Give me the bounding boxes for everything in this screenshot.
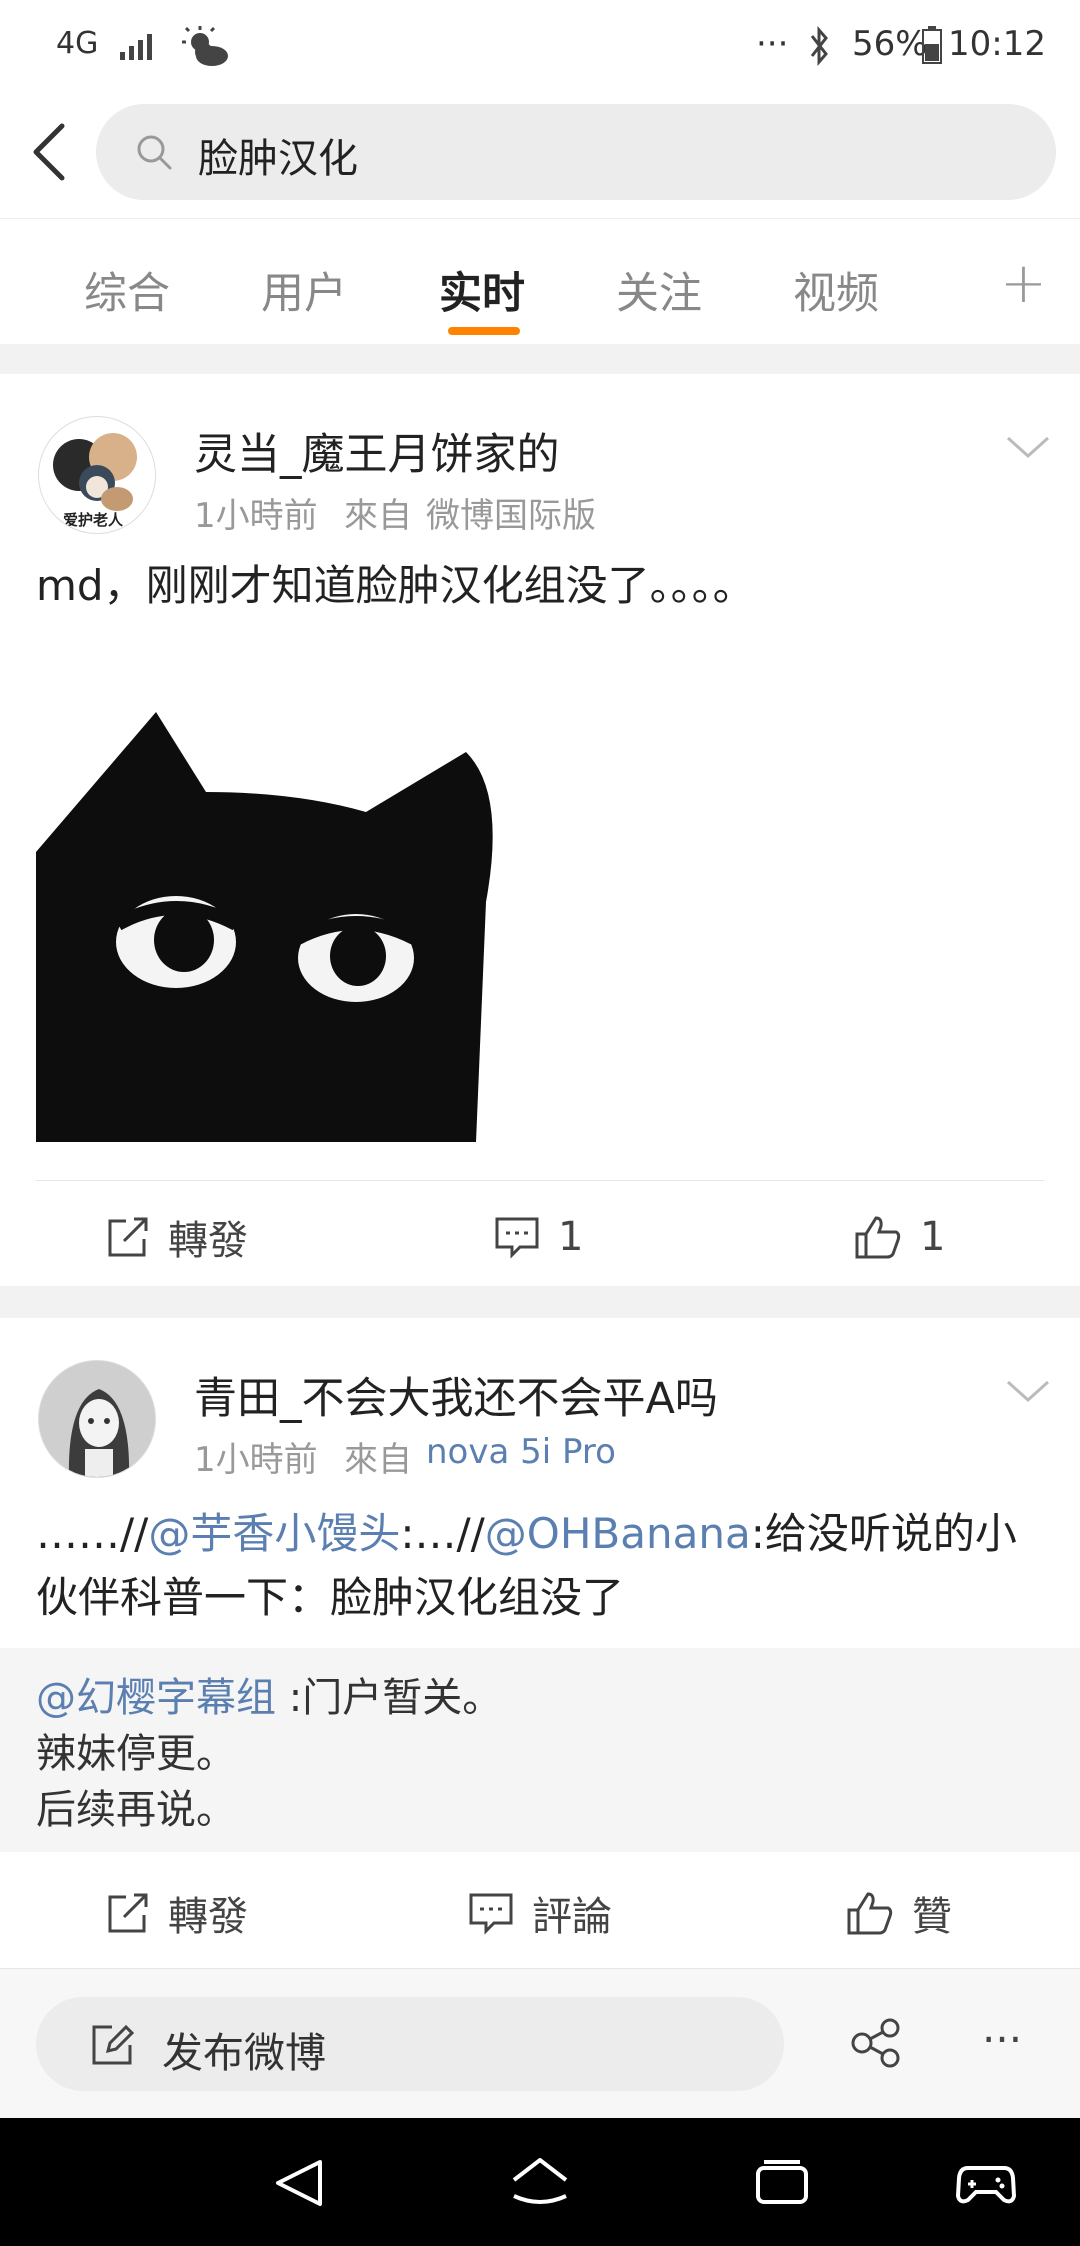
- signal-icon: [120, 34, 152, 60]
- like-button[interactable]: 1: [854, 1182, 945, 1292]
- battery-icon: [922, 26, 942, 64]
- back-arrow-icon[interactable]: [26, 120, 76, 184]
- post-text: ……//@芋香小馒头:…//@OHBanana:给没听说的小 伙伴科普一下：脸肿…: [36, 1502, 1046, 1630]
- text-segment: :…//: [400, 1509, 485, 1558]
- active-tab-indicator: [448, 327, 520, 335]
- quoted-text: @幻樱字幕组 :门户暂关。 辣妹停更。 后续再说。: [36, 1670, 502, 1838]
- section-gap: [0, 1286, 1080, 1318]
- text-segment: ……//: [36, 1509, 149, 1558]
- system-nav-bar: [0, 2118, 1080, 2246]
- comment-count: 1: [558, 1214, 584, 1260]
- tab-bar: 综合 用户 实时 关注 视频 +: [0, 218, 1080, 344]
- post-time: 1小時前: [194, 496, 318, 536]
- username[interactable]: 青田_不会大我还不会平A吗: [194, 1364, 718, 1426]
- avatar-illustration: [39, 1361, 155, 1477]
- text-segment: :给没听说的小: [750, 1509, 1017, 1558]
- text-segment: 后续再说。: [36, 1787, 236, 1833]
- bluetooth-icon: [810, 26, 828, 66]
- more-icon[interactable]: ···: [982, 2015, 1022, 2064]
- battery-percent: 56%: [852, 24, 928, 64]
- chevron-down-icon[interactable]: [1004, 1376, 1052, 1406]
- tab-following[interactable]: 关注: [616, 259, 702, 321]
- like-button[interactable]: 贊: [846, 1858, 952, 1968]
- tab-users[interactable]: 用户: [261, 259, 347, 321]
- avatar[interactable]: 爱护老人: [38, 416, 156, 534]
- avatar[interactable]: [38, 1360, 156, 1478]
- status-bar: 4G ··· 56% 10:12: [0, 0, 1080, 90]
- comment-button[interactable]: 1: [494, 1182, 583, 1292]
- repost-button[interactable]: 轉發: [106, 1182, 248, 1292]
- post-source[interactable]: nova 5i Pro: [426, 1432, 616, 1472]
- comment-icon: [495, 1217, 539, 1259]
- post-text: md，刚刚才知道脸肿汉化组没了。。。。: [36, 561, 755, 610]
- compose-label: 发布微博: [162, 2029, 326, 2077]
- post-actions: 轉發 1 1: [36, 1182, 1046, 1292]
- post-card[interactable]: 青田_不会大我还不会平A吗 1小時前 來自 nova 5i Pro ……//@芋…: [0, 1318, 1080, 1968]
- divider: [36, 1180, 1044, 1181]
- post-card[interactable]: 爱护老人 灵当_魔王月饼家的 1小時前 來自 微博国际版 md，刚刚才知道脸肿汉…: [0, 374, 1080, 1286]
- black-cat-image: [36, 642, 516, 1142]
- mention-link[interactable]: @芋香小馒头: [148, 1509, 400, 1558]
- like-label: 贊: [912, 1894, 952, 1940]
- compose-button[interactable]: 发布微博: [36, 1997, 784, 2091]
- like-count: 1: [920, 1214, 946, 1260]
- share-icon[interactable]: [850, 2017, 904, 2069]
- post-image[interactable]: [36, 642, 516, 1142]
- nav-recents-icon[interactable]: [752, 2156, 812, 2210]
- nav-back-icon[interactable]: [270, 2156, 330, 2210]
- repost-label: 轉發: [168, 1218, 248, 1264]
- search-bar[interactable]: 脸肿汉化: [96, 104, 1056, 200]
- search-input[interactable]: 脸肿汉化: [198, 126, 358, 184]
- post-actions: 轉發 評論 贊: [36, 1858, 1046, 1968]
- quoted-post[interactable]: @幻樱字幕组 :门户暂关。 辣妹停更。 后续再说。: [0, 1648, 1080, 1852]
- thumbs-up-icon: [855, 1216, 901, 1259]
- post-source-prefix: 來自: [344, 496, 412, 536]
- network-type: 4G: [56, 26, 99, 61]
- comment-button[interactable]: 評論: [468, 1858, 612, 1968]
- text-segment: 辣妹停更。: [36, 1731, 236, 1777]
- tab-video[interactable]: 视频: [793, 259, 879, 321]
- mention-link[interactable]: @幻樱字幕组: [36, 1675, 276, 1721]
- status-dots: ···: [756, 24, 789, 64]
- search-icon: [137, 135, 172, 170]
- text-segment: :门户暂关。: [276, 1675, 503, 1721]
- weather-cloudy-icon: [182, 26, 228, 66]
- thumbs-up-icon: [847, 1892, 893, 1935]
- post-source-prefix: 來自: [344, 1440, 412, 1480]
- repost-icon: [108, 1217, 148, 1257]
- nav-home-icon[interactable]: [510, 2156, 570, 2210]
- tab-comprehensive[interactable]: 综合: [84, 259, 170, 321]
- comment-icon: [469, 1893, 513, 1935]
- repost-label: 轉發: [168, 1894, 248, 1940]
- edit-icon: [92, 2024, 135, 2065]
- tab-realtime[interactable]: 实时: [439, 259, 525, 321]
- mention-link[interactable]: @OHBanana: [485, 1509, 751, 1558]
- search-header: 脸肿汉化: [0, 90, 1080, 218]
- clock: 10:12: [948, 24, 1046, 64]
- post-source: 微博国际版: [426, 496, 596, 536]
- post-time: 1小時前: [194, 1440, 318, 1480]
- game-controller-icon[interactable]: [956, 2156, 1016, 2210]
- comment-label: 評論: [532, 1894, 612, 1940]
- add-tab-icon[interactable]: +: [1000, 251, 1047, 316]
- section-gap: [0, 344, 1080, 374]
- chevron-down-icon[interactable]: [1004, 432, 1052, 462]
- repost-icon: [108, 1893, 148, 1933]
- avatar-caption: 爱护老人: [63, 511, 124, 529]
- username[interactable]: 灵当_魔王月饼家的: [194, 420, 560, 482]
- text-segment: 伙伴科普一下：脸肿汉化组没了: [36, 1573, 625, 1622]
- repost-button[interactable]: 轉發: [106, 1858, 248, 1968]
- bottom-toolbar: 发布微博 ···: [0, 1968, 1080, 2118]
